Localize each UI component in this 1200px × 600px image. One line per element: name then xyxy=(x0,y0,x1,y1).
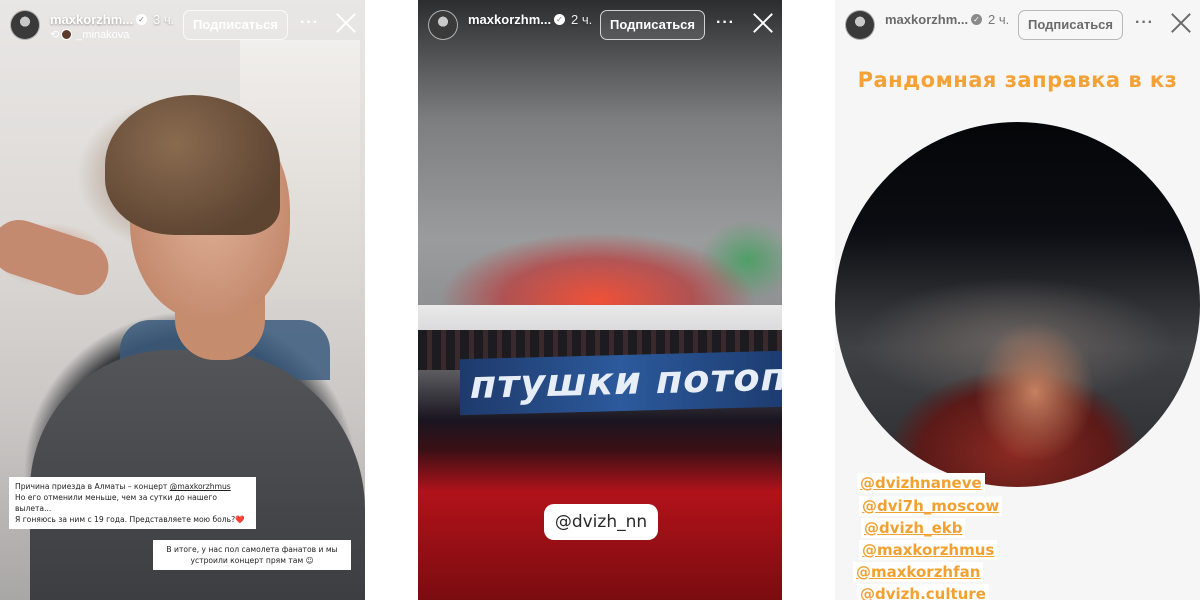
story-caption-1: Причина приезда в Алматы – концерт @maxk… xyxy=(9,477,256,529)
banner-text: птушки потопа xyxy=(470,353,782,407)
post-time: 2 ч. xyxy=(571,12,593,27)
mention-link[interactable]: @dvizh_ekb xyxy=(861,518,966,538)
person-hair xyxy=(105,95,280,235)
fan-banner: птушки потопа xyxy=(460,350,782,416)
mention-link[interactable]: @dvi7h_moscow xyxy=(859,496,1003,516)
story-1[interactable]: maxkorzhm... ✓ 3 ч. ⟲ _minakova Подписать… xyxy=(0,0,365,600)
close-icon[interactable] xyxy=(750,10,776,36)
caption-line: В итоге, у нас пол самолета фанатов и мы xyxy=(166,545,338,554)
mention-link[interactable]: @dvizhnaneve xyxy=(857,473,985,493)
caption-line: устроили концерт прям там ☺ xyxy=(190,556,314,565)
username[interactable]: maxkorzhm... xyxy=(885,12,968,27)
more-options-icon[interactable]: ··· xyxy=(1135,14,1154,32)
avatar[interactable] xyxy=(10,10,40,40)
verified-badge-icon: ✓ xyxy=(136,14,147,25)
mention-link[interactable]: @maxkorzhmus xyxy=(170,482,231,491)
caption-line: Причина приезда в Алматы – концерт xyxy=(15,482,170,491)
mention-link[interactable]: @maxkorzhmus xyxy=(859,540,998,560)
username[interactable]: maxkorzhm... xyxy=(50,12,133,27)
follow-button[interactable]: Подписаться xyxy=(183,10,289,40)
verified-badge-icon: ✓ xyxy=(554,14,565,25)
story-2-header: maxkorzhm... ✓ 2 ч. Подписаться ··· xyxy=(428,6,772,46)
follow-button[interactable]: Подписаться xyxy=(600,10,706,40)
more-options-icon[interactable]: ··· xyxy=(300,14,319,32)
story-headline: Рандомная заправка в кз xyxy=(857,68,1178,92)
verified-badge-icon: ✓ xyxy=(971,14,982,25)
caption-line: Но его отменили меньше, чем за сутки до … xyxy=(15,493,217,513)
repost-username: _minakova xyxy=(76,29,130,41)
mention-link[interactable]: @dvizh.culture xyxy=(857,584,989,600)
mention-sticker[interactable]: @dvizh_nn xyxy=(544,504,658,540)
close-icon[interactable] xyxy=(333,10,359,36)
more-options-icon[interactable]: ··· xyxy=(716,14,735,32)
username[interactable]: maxkorzhm... xyxy=(468,12,551,27)
repost-icon: ⟲ xyxy=(50,29,60,41)
close-icon[interactable] xyxy=(1168,10,1194,36)
post-time: 3 ч. xyxy=(153,12,175,27)
avatar[interactable] xyxy=(428,10,458,40)
repost-attribution[interactable]: ⟲ _minakova xyxy=(50,28,129,41)
caption-line: Я гоняюсь за ним с 19 года. Представляет… xyxy=(15,515,245,524)
post-time: 2 ч. xyxy=(988,12,1010,27)
stories-strip: maxkorzhm... ✓ 3 ч. ⟲ _minakova Подписать… xyxy=(0,0,1200,600)
story-2[interactable]: птушки потопа maxkorzhm... ✓ 2 ч. Подпис… xyxy=(418,0,782,600)
story-caption-2: В итоге, у нас пол самолета фанатов и мы… xyxy=(153,540,351,570)
circular-video-frame xyxy=(835,122,1200,487)
story-3[interactable]: maxkorzhm... ✓ 2 ч. Подписаться ··· Ранд… xyxy=(835,0,1200,600)
story-3-header: maxkorzhm... ✓ 2 ч. Подписаться ··· xyxy=(845,6,1190,46)
mention-link[interactable]: @maxkorzhfan xyxy=(853,562,984,582)
follow-button[interactable]: Подписаться xyxy=(1018,10,1124,40)
story-1-header: maxkorzhm... ✓ 3 ч. ⟲ _minakova Подписать… xyxy=(10,6,355,46)
repost-avatar xyxy=(61,29,73,40)
avatar[interactable] xyxy=(845,10,875,40)
